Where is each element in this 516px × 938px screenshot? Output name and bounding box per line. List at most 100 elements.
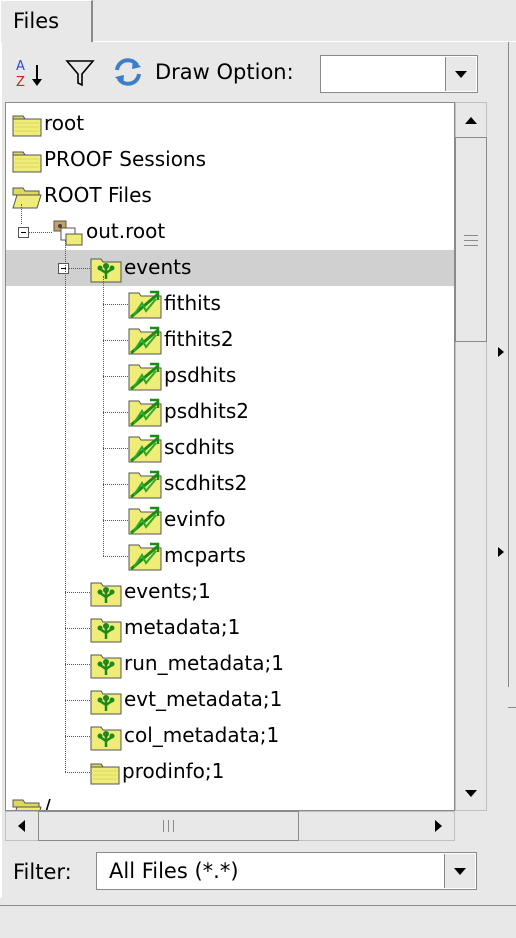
refresh-icon bbox=[115, 58, 141, 86]
tree-item-label: psdhits2 bbox=[164, 399, 250, 423]
arrow-down-icon bbox=[465, 789, 477, 797]
tree-item-label: col_metadata;1 bbox=[124, 723, 280, 747]
draw-option-label: Draw Option: bbox=[155, 60, 294, 84]
tree-item[interactable]: psdhits2 bbox=[6, 394, 454, 430]
scroll-right-button[interactable] bbox=[424, 811, 452, 841]
tree-guide-line bbox=[21, 204, 22, 224]
branch-leaf-icon bbox=[128, 469, 162, 503]
sort-button[interactable]: A Z bbox=[12, 54, 48, 90]
tree-item[interactable]: root bbox=[6, 106, 454, 142]
tree-guide-line bbox=[65, 240, 66, 772]
tree-item-label: evt_metadata;1 bbox=[124, 687, 283, 711]
sort-az-icon: A Z bbox=[16, 59, 42, 89]
tree-connector bbox=[65, 664, 90, 665]
tree-connector bbox=[65, 700, 90, 701]
vertical-scroll-thumb[interactable] bbox=[455, 137, 487, 342]
branch-leaf-icon bbox=[128, 541, 162, 575]
tree-icon bbox=[90, 651, 122, 683]
tree-connector bbox=[103, 412, 128, 413]
tree-item[interactable]: scdhits2 bbox=[6, 466, 454, 502]
tree-item[interactable]: evinfo bbox=[6, 502, 454, 538]
tree-icon bbox=[90, 579, 122, 611]
tree-item-label: out.root bbox=[86, 219, 166, 243]
collapse-toggle-icon[interactable] bbox=[18, 227, 29, 238]
tree-item[interactable]: ROOT Files bbox=[6, 178, 454, 214]
tree-item-label: PROOF Sessions bbox=[44, 147, 207, 171]
draw-option-dropdown-button[interactable] bbox=[445, 57, 476, 91]
tree-icon bbox=[90, 723, 122, 755]
tree-item[interactable]: mcparts bbox=[6, 538, 454, 574]
tree-item-label: scdhits bbox=[164, 435, 235, 459]
tree-item[interactable]: scdhits bbox=[6, 430, 454, 466]
tree-item-label: prodinfo;1 bbox=[122, 759, 225, 783]
scroll-down-button[interactable] bbox=[455, 777, 487, 809]
branch-leaf-icon bbox=[128, 433, 162, 467]
folder-open-icon bbox=[12, 183, 42, 213]
branch-leaf-icon bbox=[128, 505, 162, 539]
tree-item-label: psdhits bbox=[164, 363, 237, 387]
tree-item[interactable]: prodinfo;1 bbox=[6, 754, 454, 790]
scroll-left-button[interactable] bbox=[7, 811, 35, 841]
tree-item-label: evinfo bbox=[164, 507, 226, 531]
tree-item[interactable]: fithits2 bbox=[6, 322, 454, 358]
file-tree[interactable]: root PROOF Sessions ROOT Files out.root even… bbox=[5, 102, 455, 811]
tree-item-label: mcparts bbox=[164, 543, 246, 567]
folder-icon bbox=[12, 147, 42, 177]
folder-open-icon bbox=[12, 795, 42, 810]
tree-connector bbox=[103, 520, 128, 521]
tree-connector bbox=[65, 772, 90, 773]
file-filter-value: All Files (*.*) bbox=[109, 859, 239, 883]
tree-item-label: run_metadata;1 bbox=[124, 651, 284, 675]
tree-item[interactable]: events bbox=[6, 250, 454, 286]
chevron-right-icon bbox=[498, 347, 504, 357]
chevron-down-icon bbox=[455, 70, 467, 78]
draw-option-select[interactable] bbox=[320, 55, 478, 93]
tree-item[interactable]: / bbox=[6, 790, 454, 811]
refresh-button[interactable] bbox=[110, 54, 146, 90]
folder-icon bbox=[12, 111, 42, 141]
tree-item-label: ROOT Files bbox=[44, 183, 152, 207]
tree-item[interactable]: PROOF Sessions bbox=[6, 142, 454, 178]
chevron-down-icon bbox=[454, 867, 466, 875]
tree-item[interactable]: out.root bbox=[6, 214, 454, 250]
tree-connector bbox=[103, 484, 128, 485]
panel-border-left bbox=[0, 42, 2, 898]
collapse-toggle-icon[interactable] bbox=[58, 263, 69, 274]
folder-icon bbox=[90, 759, 120, 789]
tree-connector bbox=[103, 340, 128, 341]
filter-button[interactable] bbox=[62, 54, 98, 90]
svg-text:A: A bbox=[16, 59, 25, 74]
tree-item-label: root bbox=[44, 111, 85, 135]
scroll-up-button[interactable] bbox=[455, 104, 487, 136]
branch-leaf-icon bbox=[128, 325, 162, 359]
tree-item[interactable]: fithits bbox=[6, 286, 454, 322]
arrow-right-icon bbox=[434, 820, 442, 832]
tree-item[interactable]: metadata;1 bbox=[6, 610, 454, 646]
tree-icon bbox=[90, 615, 122, 647]
panel-splitter[interactable] bbox=[492, 42, 516, 898]
tree-item-label: / bbox=[44, 795, 51, 811]
filter-label: Filter: bbox=[13, 860, 72, 884]
root-file-icon bbox=[52, 219, 84, 251]
tree-connector bbox=[103, 376, 128, 377]
tree-item[interactable]: events;1 bbox=[6, 574, 454, 610]
tree-item-label: fithits bbox=[164, 291, 221, 315]
horizontal-scroll-thumb[interactable] bbox=[38, 811, 299, 841]
tree-connector bbox=[103, 556, 128, 557]
tree-item[interactable]: psdhits bbox=[6, 358, 454, 394]
file-filter-dropdown-button[interactable] bbox=[444, 854, 475, 888]
file-filter-select[interactable]: All Files (*.*) bbox=[96, 852, 477, 890]
tree-guide-line bbox=[103, 276, 104, 556]
tree-item[interactable]: run_metadata;1 bbox=[6, 646, 454, 682]
tree-item[interactable]: evt_metadata;1 bbox=[6, 682, 454, 718]
chevron-right-icon bbox=[498, 547, 504, 557]
funnel-icon bbox=[65, 60, 95, 87]
tree-item-label: metadata;1 bbox=[124, 615, 241, 639]
branch-leaf-icon bbox=[128, 397, 162, 431]
tree-icon bbox=[90, 687, 122, 719]
tree-item[interactable]: col_metadata;1 bbox=[6, 718, 454, 754]
branch-leaf-icon bbox=[128, 361, 162, 395]
svg-text:Z: Z bbox=[16, 75, 25, 89]
tree-item-label: scdhits2 bbox=[164, 471, 248, 495]
tab-files[interactable]: Files bbox=[0, 0, 93, 42]
